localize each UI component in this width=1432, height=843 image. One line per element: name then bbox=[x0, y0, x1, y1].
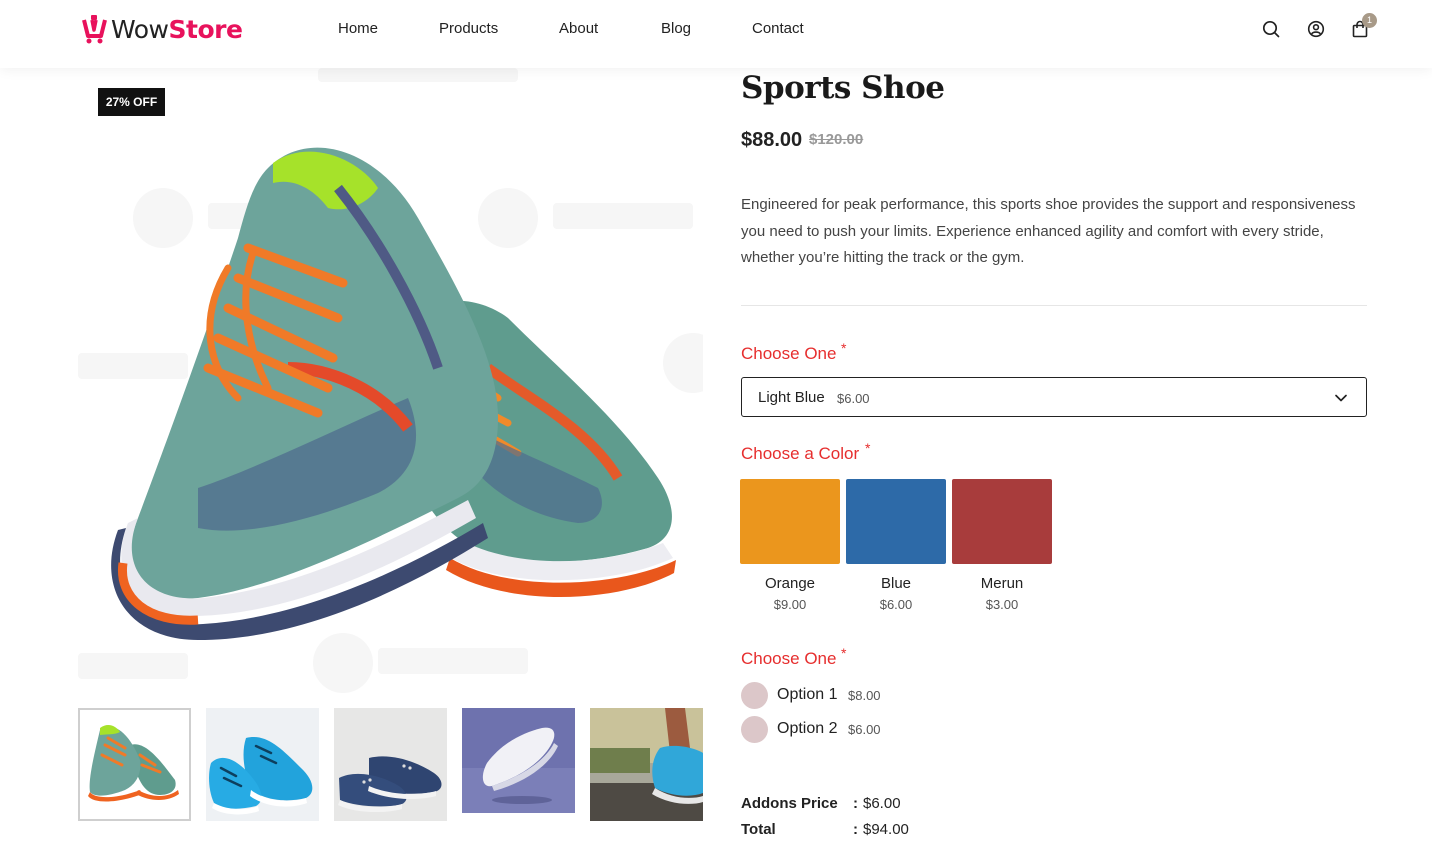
product-main-image[interactable] bbox=[78, 68, 703, 693]
choose-one-select-label: Choose One bbox=[741, 344, 837, 363]
color-swatch-name: Merun bbox=[980, 575, 1024, 592]
total-label: Total bbox=[741, 821, 776, 838]
total-value: $94.00 bbox=[863, 821, 909, 838]
color-swatch-blue[interactable] bbox=[846, 479, 946, 564]
original-price: $120.00 bbox=[809, 131, 864, 148]
nav-about[interactable]: About bbox=[559, 20, 598, 37]
cart-count-badge: 1 bbox=[1362, 13, 1377, 28]
thumb-blue-shoes[interactable] bbox=[206, 708, 319, 821]
dropdown-selected-price: $6.00 bbox=[837, 391, 870, 406]
thumbnail-strip bbox=[78, 708, 703, 821]
dropdown-selected-label: Light Blue bbox=[758, 389, 825, 406]
brand-logo[interactable]: WowStore bbox=[81, 14, 243, 44]
summary-separator: : bbox=[853, 821, 858, 838]
site-header: WowStore Home Products About Blog Contac… bbox=[0, 0, 1432, 68]
radio-option-label[interactable]: Option 1 bbox=[777, 686, 837, 704]
user-icon[interactable] bbox=[1306, 19, 1326, 39]
required-mark: * bbox=[841, 645, 847, 661]
addons-price-value: $6.00 bbox=[863, 795, 901, 812]
thumb-green-orange-shoe[interactable] bbox=[78, 708, 191, 821]
sports-shoe-image bbox=[78, 68, 703, 693]
nav-home[interactable]: Home bbox=[338, 20, 378, 37]
radio-option-1[interactable] bbox=[741, 682, 768, 709]
radio-option-price: $6.00 bbox=[848, 722, 881, 737]
color-swatch-orange[interactable] bbox=[740, 479, 840, 564]
summary-separator: : bbox=[853, 795, 858, 812]
product-description: Engineered for peak performance, this sp… bbox=[741, 196, 1356, 266]
color-swatch-price: $9.00 bbox=[773, 597, 807, 612]
brand-name: WowStore bbox=[111, 14, 243, 44]
radio-option-price: $8.00 bbox=[848, 688, 881, 703]
radio-option-label[interactable]: Option 2 bbox=[777, 720, 837, 738]
thumb-navy-sneakers[interactable] bbox=[334, 708, 447, 821]
choose-one-radio-label: Choose One bbox=[741, 649, 837, 668]
discount-badge: 27% OFF bbox=[98, 88, 165, 116]
chevron-down-icon bbox=[1335, 394, 1347, 402]
product-title: Sports Shoe bbox=[741, 70, 945, 106]
nav-blog[interactable]: Blog bbox=[661, 20, 691, 37]
color-swatch-name: Blue bbox=[880, 575, 912, 592]
cart-logo-icon bbox=[82, 15, 107, 44]
thumb-white-sneaker[interactable] bbox=[462, 708, 575, 821]
sale-price: $88.00 bbox=[741, 129, 803, 151]
choose-color-label: Choose a Color bbox=[741, 444, 860, 463]
color-swatch-name: Orange bbox=[764, 575, 816, 592]
color-swatch-merun[interactable] bbox=[952, 479, 1052, 564]
required-mark: * bbox=[841, 340, 847, 356]
color-swatch-price: $6.00 bbox=[879, 597, 913, 612]
divider bbox=[741, 305, 1367, 306]
color-swatch-price: $3.00 bbox=[985, 597, 1019, 612]
addons-price-label: Addons Price bbox=[741, 795, 838, 812]
radio-option-2[interactable] bbox=[741, 716, 768, 743]
thumb-runner-feet[interactable] bbox=[590, 708, 703, 821]
nav-products[interactable]: Products bbox=[439, 20, 498, 37]
search-icon[interactable] bbox=[1261, 19, 1281, 39]
nav-contact[interactable]: Contact bbox=[752, 20, 804, 37]
choose-one-dropdown[interactable]: Light Blue $6.00 bbox=[741, 377, 1367, 417]
required-mark: * bbox=[865, 440, 871, 456]
